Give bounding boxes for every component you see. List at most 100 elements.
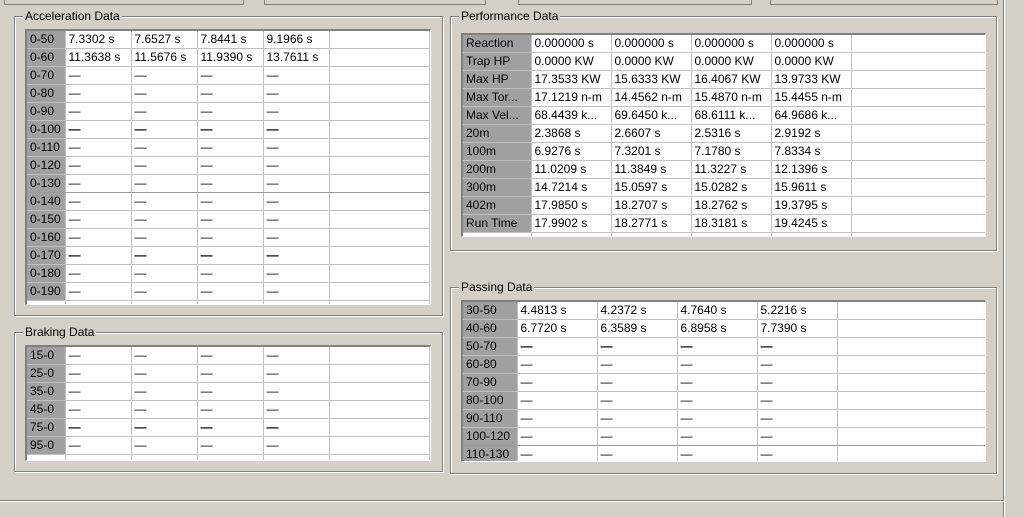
value-cell[interactable]: — [131, 102, 198, 121]
row-header-cell[interactable]: 0-100 [27, 120, 66, 139]
value-cell[interactable]: 11.5676 s [131, 48, 198, 67]
value-cell[interactable]: 15.9611 s [771, 178, 852, 197]
value-cell[interactable]: — [131, 418, 198, 437]
value-cell[interactable]: — [197, 282, 264, 301]
value-cell[interactable]: — [263, 418, 330, 437]
value-cell[interactable]: — [65, 264, 132, 283]
value-cell[interactable]: — [197, 66, 264, 85]
value-cell[interactable]: 69.6450 k... [611, 106, 692, 125]
value-cell[interactable]: — [131, 84, 198, 103]
row-header-cell[interactable]: 0-80 [27, 84, 66, 103]
value-cell[interactable]: — [65, 364, 132, 383]
empty-cell[interactable] [329, 120, 430, 139]
value-cell[interactable]: 12.1396 s [771, 160, 852, 179]
empty-cell[interactable] [329, 210, 430, 229]
table-row[interactable]: 40-60 6.7720 s 6.3589 s 6.8958 s 7.7390 s [463, 319, 985, 338]
value-cell[interactable]: — [677, 427, 758, 446]
value-cell[interactable]: 7.8441 s [197, 31, 264, 49]
value-cell[interactable]: 15.4455 n-m [771, 88, 852, 107]
empty-cell[interactable] [837, 391, 985, 410]
value-cell[interactable]: — [597, 373, 678, 392]
value-cell[interactable]: — [263, 174, 330, 193]
value-cell[interactable]: 7.3201 s [611, 142, 692, 161]
value-cell[interactable]: 15.0282 s [691, 178, 772, 197]
value-cell[interactable]: 17.1219 n-m [531, 88, 612, 107]
row-header-cell[interactable]: 25-0 [27, 364, 66, 383]
value-cell[interactable]: — [65, 138, 132, 157]
value-cell[interactable]: 11.3638 s [65, 48, 132, 67]
row-header-cell[interactable]: 0-150 [27, 210, 66, 229]
value-cell[interactable]: 17.9902 s [531, 214, 612, 233]
empty-cell[interactable] [329, 48, 430, 67]
value-cell[interactable]: 2.9192 s [771, 124, 852, 143]
value-cell[interactable]: — [517, 373, 598, 392]
table-row[interactable]: Max Vel... 68.4439 k... 69.6450 k... 68.611… [463, 106, 985, 125]
value-cell[interactable]: — [65, 282, 132, 301]
row-header-cell[interactable]: 200m [463, 160, 532, 179]
value-cell[interactable]: — [65, 347, 132, 365]
value-cell[interactable]: 2.3868 s [531, 124, 612, 143]
value-cell[interactable]: 2.6607 s [611, 124, 692, 143]
value-cell[interactable]: — [517, 337, 598, 356]
value-cell[interactable]: — [65, 66, 132, 85]
value-cell[interactable]: — [65, 102, 132, 121]
row-header-cell[interactable]: 50-70 [463, 337, 518, 356]
value-cell[interactable]: — [597, 409, 678, 428]
row-header-cell[interactable]: 0-180 [27, 264, 66, 283]
table-row[interactable]: 95-0— — — — [27, 436, 430, 455]
row-header-cell[interactable]: 95-0 [27, 436, 66, 455]
row-header-cell[interactable]: 0-90 [27, 102, 66, 121]
value-cell[interactable]: — [757, 373, 838, 392]
value-cell[interactable]: — [677, 373, 758, 392]
value-cell[interactable]: 0.000000 s [771, 35, 852, 53]
row-header-cell[interactable]: 90-110 [463, 409, 518, 428]
table-row[interactable]: 0-140— — — — [27, 192, 430, 211]
value-cell[interactable]: — [65, 210, 132, 229]
row-header-cell[interactable]: 45-0 [27, 400, 66, 419]
empty-cell[interactable] [329, 31, 430, 49]
row-header-cell[interactable]: 75-0 [27, 418, 66, 437]
value-cell[interactable]: — [65, 84, 132, 103]
value-cell[interactable]: — [197, 192, 264, 211]
table-row[interactable]: Max HP 17.3533 KW 15.6333 KW 16.4067 KW 13.9… [463, 70, 985, 89]
row-header-cell[interactable]: 70-90 [463, 373, 518, 392]
value-cell[interactable]: — [757, 409, 838, 428]
empty-cell[interactable] [837, 302, 985, 320]
value-cell[interactable]: 0.000000 s [691, 35, 772, 53]
value-cell[interactable]: — [197, 228, 264, 247]
value-cell[interactable]: — [65, 382, 132, 401]
row-header-cell[interactable]: 40-60 [463, 319, 518, 338]
value-cell[interactable]: 17.9850 s [531, 196, 612, 215]
row-header-cell[interactable]: 20m [463, 124, 532, 143]
empty-cell[interactable] [329, 138, 430, 157]
row-header-cell[interactable]: 35-0 [27, 382, 66, 401]
value-cell[interactable]: 15.0597 s [611, 178, 692, 197]
value-cell[interactable]: 16.4067 KW [691, 70, 772, 89]
empty-cell[interactable] [851, 160, 985, 179]
table-row[interactable]: Max Tor... 17.1219 n-m 14.4562 n-m 15.4870 … [463, 88, 985, 107]
row-header-cell[interactable]: 0-110 [27, 138, 66, 157]
value-cell[interactable]: 5.2216 s [757, 302, 838, 320]
value-cell[interactable]: 6.9276 s [531, 142, 612, 161]
empty-cell[interactable] [851, 88, 985, 107]
value-cell[interactable]: 6.7720 s [517, 319, 598, 338]
value-cell[interactable]: — [263, 436, 330, 455]
empty-cell[interactable] [851, 142, 985, 161]
value-cell[interactable]: 0.000000 s [531, 35, 612, 53]
value-cell[interactable]: 18.3181 s [691, 214, 772, 233]
row-header-cell[interactable]: 0-120 [27, 156, 66, 175]
value-cell[interactable]: — [263, 210, 330, 229]
empty-cell[interactable] [329, 418, 430, 437]
value-cell[interactable]: — [677, 337, 758, 356]
table-row[interactable]: 0-80— — — — [27, 84, 430, 103]
value-cell[interactable]: — [263, 282, 330, 301]
empty-cell[interactable] [851, 106, 985, 125]
empty-cell[interactable] [329, 156, 430, 175]
value-cell[interactable]: — [197, 400, 264, 419]
value-cell[interactable]: — [197, 138, 264, 157]
value-cell[interactable]: — [197, 264, 264, 283]
value-cell[interactable]: — [131, 264, 198, 283]
value-cell[interactable]: — [131, 347, 198, 365]
table-row[interactable]: 75-0— — — — [27, 418, 430, 437]
value-cell[interactable]: — [263, 120, 330, 139]
